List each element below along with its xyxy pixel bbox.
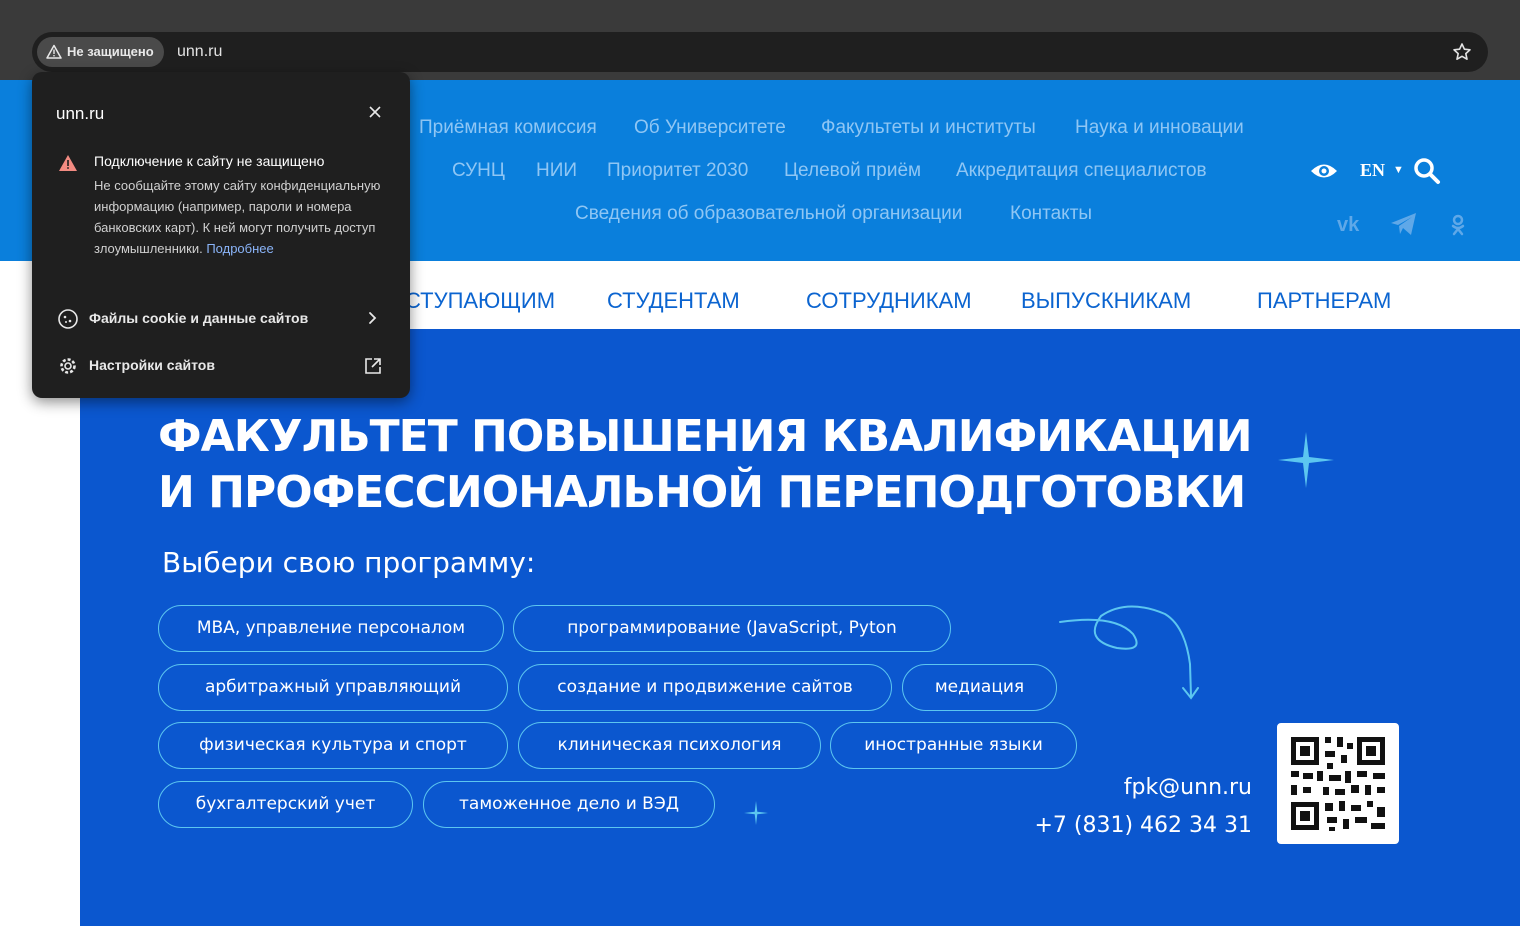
nav-link-accreditation[interactable]: Аккредитация специалистов [956,160,1207,182]
menu-item-graduates[interactable]: ВЫПУСКНИКАМ [1021,288,1191,314]
program-pill[interactable]: MBA, управление персоналом [158,605,504,652]
headline-line-2: И ПРОФЕССИОНАЛЬНОЙ ПЕРЕПОДГОТОВКИ [158,467,1246,518]
promo-banner[interactable]: ФАКУЛЬТЕТ ПОВЫШЕНИЯ КВАЛИФИКАЦИИ И ПРОФЕ… [80,329,1520,926]
chevron-right-icon [369,312,377,324]
program-pill[interactable]: программирование (JavaScript, Pyton [513,605,951,652]
cookie-icon [58,309,78,329]
nav-link-sunc[interactable]: СУНЦ [452,160,505,182]
cookies-label: Файлы cookie и данные сайтов [89,310,309,326]
nav-link-target-admission[interactable]: Целевой приём [784,160,921,182]
odnoklassniki-icon[interactable] [1450,214,1466,236]
url-text[interactable]: unn.ru [177,32,222,72]
program-pill[interactable]: арбитражный управляющий [158,664,508,711]
bookmark-star-icon[interactable] [1452,42,1472,62]
small-sparkle-icon [744,801,768,825]
nav-link-faculties[interactable]: Факультеты и институты [821,117,1036,139]
address-bar[interactable]: Не защищено unn.ru [32,32,1488,72]
site-settings-label: Настройки сайтов [89,357,215,373]
qr-code-icon [1291,737,1385,831]
banner-headline: ФАКУЛЬТЕТ ПОВЫШЕНИЯ КВАЛИФИКАЦИИ И ПРОФЕ… [158,409,1253,521]
security-chip-label: Не защищено [67,44,154,59]
chevron-down-icon: ▼ [1393,164,1404,176]
warning-triangle-icon [59,155,77,171]
program-pill[interactable]: физическая культура и спорт [158,722,508,769]
program-pill[interactable]: иностранные языки [830,722,1077,769]
language-switch[interactable]: EN [1360,160,1385,181]
qr-code [1277,723,1399,844]
curly-arrow-icon [1059,605,1199,700]
program-pill[interactable]: таможенное дело и ВЭД [423,781,715,828]
popup-warning-heading: Подключение к сайту не защищено [94,153,325,169]
headline-line-1: ФАКУЛЬТЕТ ПОВЫШЕНИЯ КВАЛИФИКАЦИИ [158,411,1253,462]
nav-link-admissions[interactable]: Приёмная комиссия [419,117,597,139]
telegram-icon[interactable] [1390,212,1418,236]
cookies-row[interactable]: Файлы cookie и данные сайтов [32,299,410,339]
nav-link-priority-2030[interactable]: Приоритет 2030 [607,160,748,182]
program-pill[interactable]: бухгалтерский учет [158,781,413,828]
menu-item-applicants[interactable]: СТУПАЮЩИМ [405,288,555,314]
warning-icon [46,44,62,59]
program-pill[interactable]: медиация [902,664,1057,711]
contact-email[interactable]: fpk@unn.ru [1124,775,1252,800]
popup-warning-text: Не сообщайте этому сайту конфиденциальну… [94,175,384,259]
accessibility-eye-icon[interactable] [1309,160,1339,182]
close-icon[interactable] [366,103,384,121]
banner-subtitle: Выбери свою программу: [162,546,536,579]
menu-item-students[interactable]: СТУДЕНТАМ [607,288,740,314]
site-info-popup: unn.ru Подключение к сайту не защищено Н… [32,72,410,398]
sparkle-icon [1278,432,1334,488]
contact-phone[interactable]: +7 (831) 462 34 31 [1034,813,1252,838]
vk-icon[interactable]: vk [1337,214,1359,237]
gear-icon [60,358,76,374]
program-pill[interactable]: клиническая психология [518,722,821,769]
nav-link-contacts[interactable]: Контакты [1010,203,1092,225]
browser-toolbar: Не защищено unn.ru [0,0,1520,80]
menu-item-partners[interactable]: ПАРТНЕРАМ [1257,288,1391,314]
learn-more-link[interactable]: Подробнее [206,241,273,256]
menu-item-employees[interactable]: СОТРУДНИКАМ [806,288,972,314]
search-icon[interactable] [1413,157,1441,185]
program-pill[interactable]: создание и продвижение сайтов [518,664,892,711]
site-security-chip[interactable]: Не защищено [37,37,164,67]
open-in-new-icon [365,358,381,374]
site-settings-row[interactable]: Настройки сайтов [32,346,410,386]
nav-link-nii[interactable]: НИИ [536,160,577,182]
nav-link-about[interactable]: Об Университете [634,117,786,139]
nav-link-info[interactable]: Сведения об образовательной организации [575,203,962,225]
nav-link-science[interactable]: Наука и инновации [1075,117,1244,139]
popup-title: unn.ru [56,104,105,123]
